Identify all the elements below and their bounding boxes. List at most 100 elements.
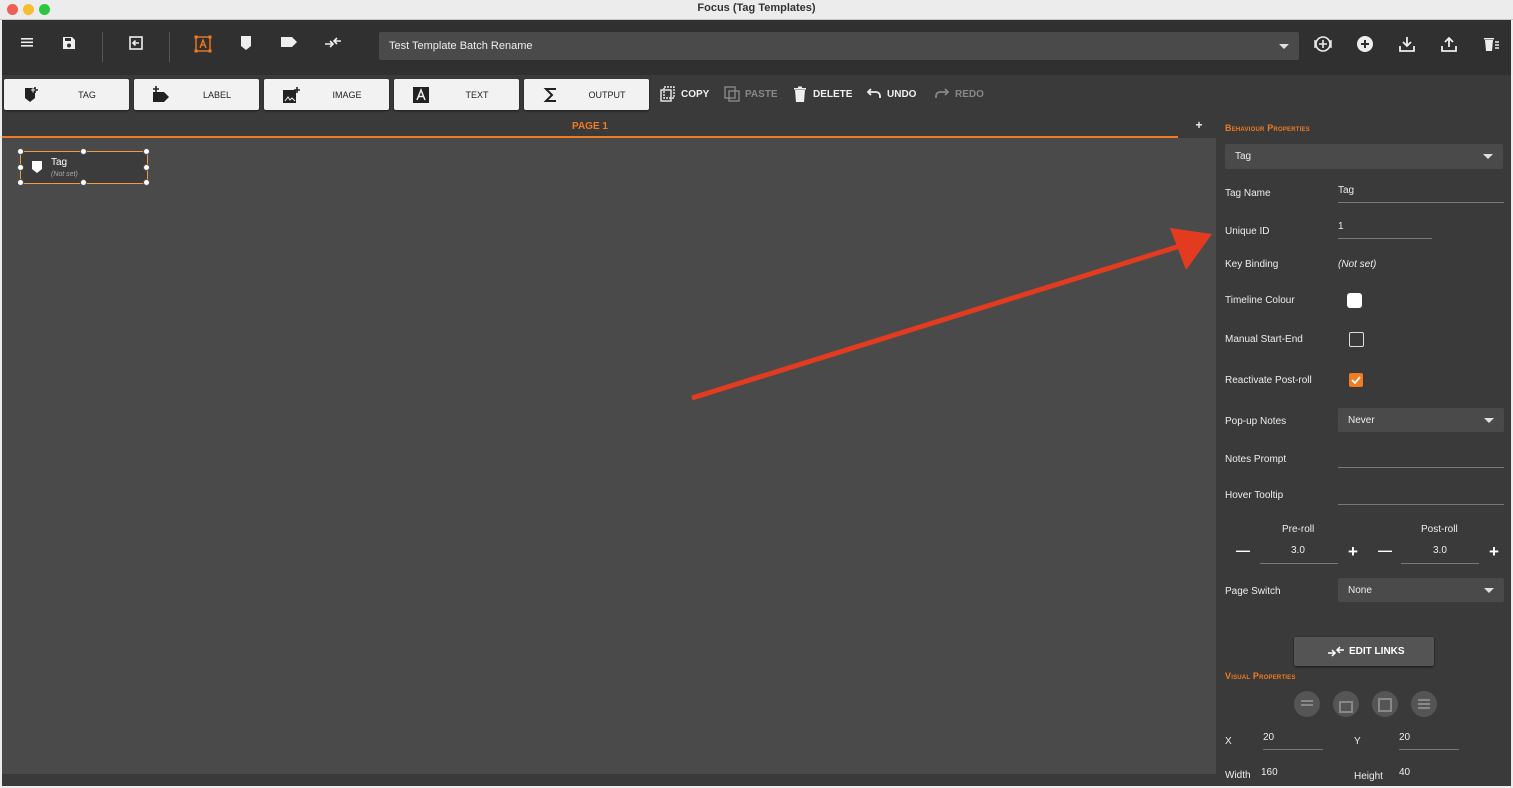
download-icon[interactable] (1394, 33, 1420, 59)
links-icon (1328, 646, 1344, 657)
import-template-icon[interactable] (123, 33, 149, 59)
mode-output-button[interactable]: OUTPUT (524, 79, 649, 110)
reactivate-postroll-checkbox[interactable] (1349, 373, 1363, 387)
add-page-button[interactable]: + (1192, 118, 1206, 132)
save-icon[interactable] (56, 33, 82, 59)
timeline-colour-swatch[interactable] (1347, 293, 1362, 308)
behaviour-section-title: Behaviour Properties (1225, 123, 1310, 133)
page-switch-label: Page Switch (1225, 586, 1281, 597)
chevron-down-icon (1484, 588, 1494, 593)
visual-section-title: Visual Properties (1225, 671, 1296, 681)
postroll-plus-button[interactable]: + (1489, 542, 1499, 562)
width-input[interactable]: 160 (1261, 767, 1278, 778)
preroll-label: Pre-roll (1282, 524, 1315, 535)
resize-handle[interactable] (143, 164, 150, 171)
paste-button[interactable]: PASTE (724, 86, 784, 102)
page-switch-value: None (1348, 585, 1372, 596)
popup-notes-value: Never (1348, 415, 1375, 426)
postroll-underline (1401, 563, 1479, 564)
mode-tag-button[interactable]: TAG (4, 79, 129, 110)
mode-label-button[interactable]: LABEL (134, 79, 259, 110)
manual-start-end-checkbox[interactable] (1349, 332, 1364, 347)
page-switch-select[interactable]: None (1338, 578, 1504, 602)
select-area-icon[interactable] (190, 33, 216, 59)
hamburger-menu-icon[interactable] (14, 33, 40, 59)
add-from-library-icon[interactable] (1310, 33, 1336, 59)
x-input[interactable]: 20 (1263, 732, 1274, 743)
postroll-minus-button[interactable]: — (1378, 542, 1392, 558)
width-label: Width (1225, 770, 1251, 781)
undo-icon (866, 88, 881, 98)
copy-button[interactable]: COPY (660, 86, 718, 102)
tag-name-label: Tag Name (1225, 188, 1271, 199)
upload-icon[interactable] (1436, 33, 1462, 59)
unique-id-input[interactable]: 1 (1338, 221, 1344, 232)
tag-shape-icon (32, 161, 42, 173)
template-name: Test Template Batch Rename (389, 40, 533, 52)
popup-notes-select[interactable]: Never (1338, 408, 1504, 432)
element-type-select[interactable]: Tag (1225, 144, 1503, 169)
y-input[interactable]: 20 (1399, 732, 1410, 743)
preroll-minus-button[interactable]: — (1236, 542, 1250, 558)
preroll-underline (1260, 563, 1338, 564)
chevron-down-icon (1279, 44, 1289, 49)
sigma-icon (543, 88, 556, 102)
template-select[interactable]: Test Template Batch Rename (379, 32, 1299, 60)
add-image-icon (283, 87, 300, 103)
resize-handle[interactable] (143, 179, 150, 186)
distribute-icon[interactable] (1411, 691, 1437, 717)
unique-id-underline (1338, 238, 1432, 239)
edit-links-label: EDIT LINKS (1349, 646, 1405, 657)
resize-handle[interactable] (80, 179, 87, 186)
send-backward-icon[interactable] (1372, 691, 1398, 717)
resize-handle[interactable] (80, 148, 87, 155)
resize-handle[interactable] (17, 179, 24, 186)
y-label: Y (1354, 736, 1361, 747)
canvas-tag-key: (Not set) (51, 171, 78, 178)
manual-start-end-label: Manual Start-End (1225, 334, 1303, 345)
resize-handle[interactable] (17, 164, 24, 171)
window-title: Focus (Tag Templates) (697, 2, 816, 14)
postroll-label: Post-roll (1421, 524, 1458, 535)
tag-name-input[interactable]: Tag (1338, 185, 1354, 196)
mode-tag-label: TAG (78, 90, 96, 100)
postroll-input[interactable]: 3.0 (1433, 545, 1447, 556)
notes-prompt-input[interactable] (1338, 467, 1504, 468)
delete-template-icon[interactable] (1478, 33, 1504, 59)
chevron-down-icon (1483, 154, 1493, 159)
x-underline (1263, 749, 1323, 750)
label-shape-icon[interactable] (276, 33, 302, 59)
hover-tooltip-input[interactable] (1338, 504, 1504, 505)
redo-button[interactable]: REDO (934, 86, 990, 102)
mode-image-button[interactable]: IMAGE (264, 79, 389, 110)
unique-id-label: Unique ID (1225, 226, 1270, 237)
add-tag-icon (25, 87, 38, 102)
trash-icon (794, 86, 806, 102)
undo-button[interactable]: UNDO (866, 86, 922, 102)
mode-text-button[interactable]: TEXT (394, 79, 519, 110)
bring-forward-icon[interactable] (1333, 691, 1359, 717)
resize-handle[interactable] (143, 148, 150, 155)
preroll-plus-button[interactable]: + (1348, 542, 1358, 562)
edit-links-button[interactable]: EDIT LINKS (1294, 637, 1434, 666)
links-icon[interactable] (320, 33, 346, 59)
tab-page-1[interactable]: PAGE 1 (2, 121, 1178, 132)
add-template-icon[interactable] (1352, 33, 1378, 59)
copy-label: COPY (681, 89, 710, 100)
resize-handle[interactable] (17, 148, 24, 155)
align-horizontal-icon[interactable] (1294, 691, 1320, 717)
delete-label: DELETE (813, 89, 853, 100)
tag-shape-icon[interactable] (233, 33, 259, 59)
mode-output-label: OUTPUT (588, 90, 626, 100)
hover-tooltip-label: Hover Tooltip (1225, 490, 1284, 501)
x-label: X (1225, 736, 1232, 747)
key-binding-value[interactable]: (Not set) (1338, 259, 1376, 270)
tag-name-underline (1338, 202, 1504, 203)
undo-label: UNDO (887, 89, 917, 100)
mode-text-label: TEXT (465, 90, 489, 100)
canvas-tag-name: Tag (51, 157, 68, 168)
height-input[interactable]: 40 (1399, 767, 1410, 778)
delete-button[interactable]: DELETE (792, 86, 856, 102)
element-type-value: Tag (1235, 151, 1252, 162)
preroll-input[interactable]: 3.0 (1291, 545, 1305, 556)
